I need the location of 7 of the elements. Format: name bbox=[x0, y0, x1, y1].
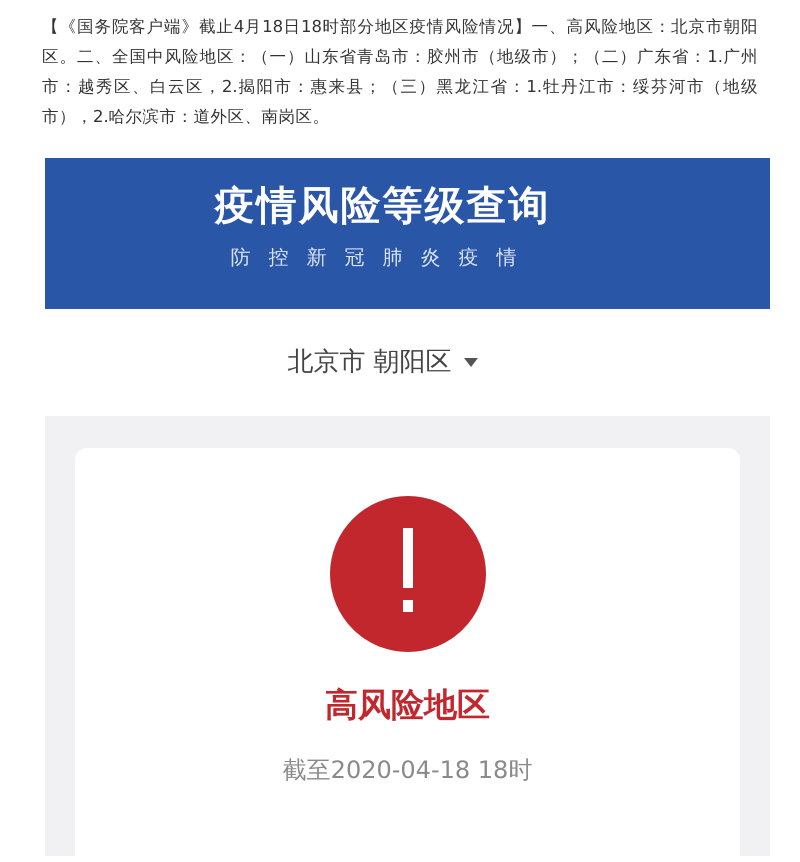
risk-level-label: 高风险地区 bbox=[325, 684, 490, 726]
location-dropdown[interactable]: 北京市 朝阳区 bbox=[287, 343, 478, 382]
banner-title: 疫情风险等级查询 bbox=[214, 182, 550, 230]
update-time: 截至2020-04-18 18时 bbox=[282, 754, 532, 786]
caret-icon bbox=[464, 358, 478, 367]
banner-subtitle: 防控新冠肺炎疫情 bbox=[230, 244, 534, 270]
article-paragraph: 【《国务院客户端》截止4月18日18时部分地区疫情风险情况】一、高风险地区：北京市朝阳区。二、全国中风险地区：（一）山东省青岛市：胶州市（地级市）；（二）广东省：1.广州市：越秀区、白云区，2.揭阳市：惠来县；（三）黑龙江省：1.牡丹江市：绥芬河市（地级市），2.哈尔滨市：道外区、南岗区。 bbox=[42, 16, 758, 128]
